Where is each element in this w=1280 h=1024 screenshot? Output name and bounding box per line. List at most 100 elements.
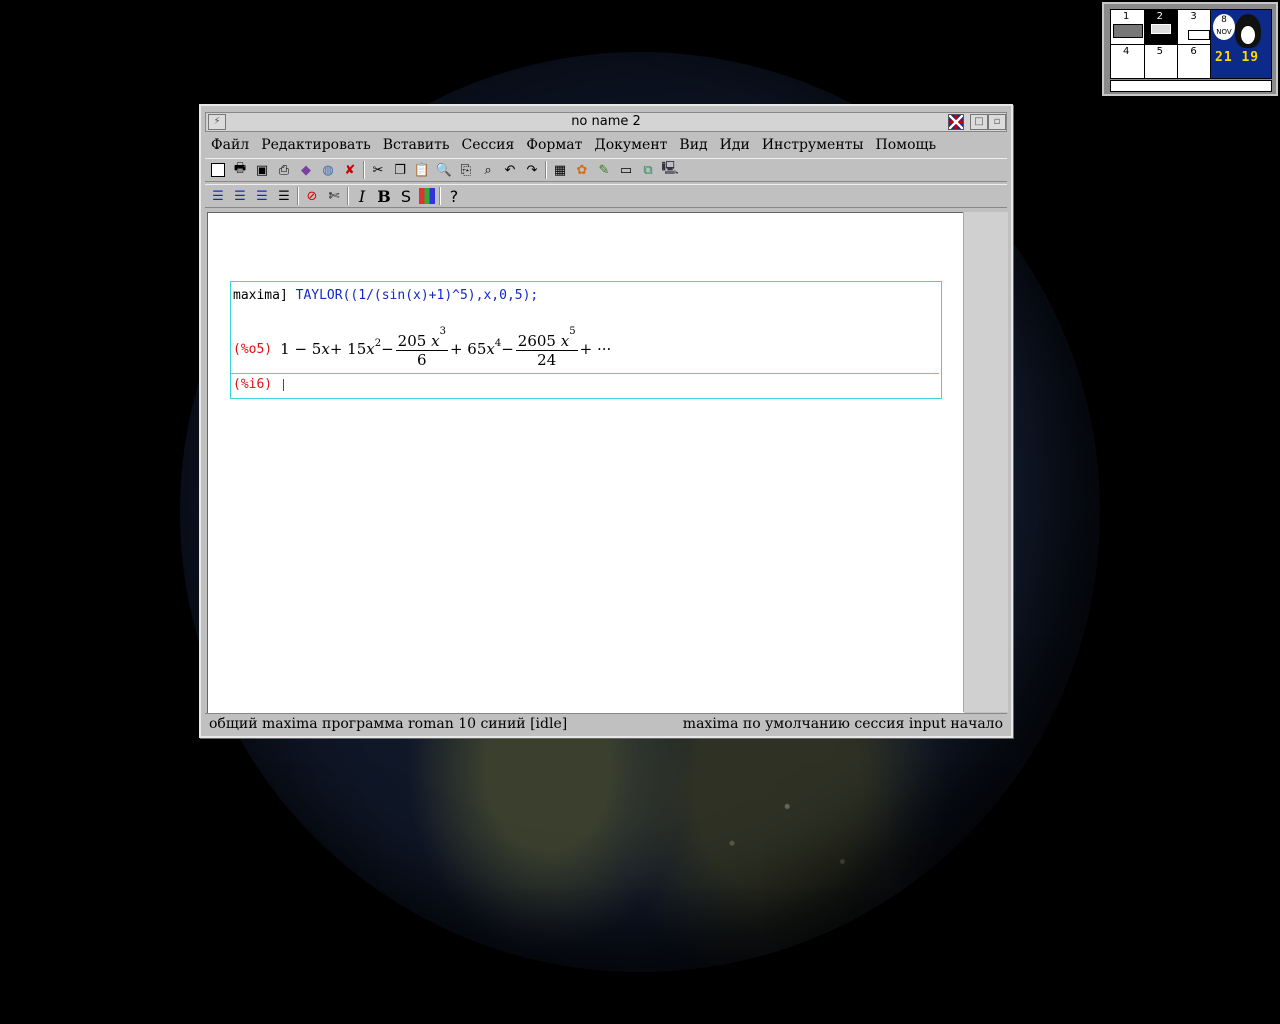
menu-format[interactable]: Формат	[520, 137, 588, 153]
palette-icon[interactable]: ✿	[573, 161, 591, 179]
desktop-4[interactable]: 4	[1111, 44, 1144, 78]
menu-file[interactable]: Файл	[205, 137, 255, 153]
desktop-4-label: 4	[1123, 45, 1130, 57]
clock-widget: 8 NOV 21 19	[1210, 9, 1272, 79]
next-input-cell[interactable]: (%i6)	[231, 373, 939, 398]
desktop-1[interactable]: 1	[1111, 10, 1144, 44]
align-left-icon[interactable]: ☰	[209, 187, 227, 205]
replace-icon[interactable]: ⎘	[457, 161, 475, 179]
desktop-2[interactable]: 2	[1144, 10, 1178, 44]
help-icon[interactable]: ?	[445, 187, 463, 206]
status-right: maxima по умолчанию сессия input начало	[682, 715, 1003, 732]
redo-icon[interactable]: ↷	[523, 161, 541, 179]
term: + 65	[449, 340, 487, 358]
desktop-5-label: 5	[1156, 45, 1164, 57]
menu-view[interactable]: Вид	[673, 137, 713, 153]
var-x: x	[366, 340, 375, 358]
sans-icon[interactable]: S	[397, 187, 415, 206]
open-icon[interactable]: 🖶	[231, 161, 249, 179]
menu-insert[interactable]: Вставить	[377, 137, 456, 153]
output-label: (%o5)	[233, 341, 273, 357]
color-icon[interactable]	[419, 188, 435, 204]
minimize-button[interactable]: ▫	[988, 114, 1006, 130]
stop-icon[interactable]: ⊘	[303, 187, 321, 205]
close-icon[interactable]: ✘	[341, 161, 359, 179]
mini-window	[1188, 30, 1211, 40]
toolbar-separator	[439, 187, 441, 205]
input-command[interactable]: TAYLOR((1/(sin(x)+1)^5),x,0,5);	[296, 288, 539, 303]
desktop-6-label: 6	[1190, 45, 1197, 57]
status-bar: общий maxima программа roman 10 синий [i…	[205, 713, 1007, 733]
italic-icon[interactable]: I	[353, 187, 371, 206]
table-icon[interactable]: ▦	[551, 161, 569, 179]
desktop-3[interactable]: 3	[1178, 10, 1211, 44]
web-icon[interactable]: ◍	[319, 161, 337, 179]
find-icon[interactable]: 🔍	[435, 161, 453, 179]
align-right-icon[interactable]: ☰	[253, 187, 271, 205]
box-icon[interactable]: ▭	[617, 161, 635, 179]
menu-tools[interactable]: Инструменты	[756, 137, 870, 153]
vertical-scrollbar[interactable]	[963, 212, 1008, 712]
desktop-2-label: 2	[1156, 11, 1164, 22]
desktop-3-label: 3	[1190, 11, 1197, 22]
coef: 2605	[517, 332, 556, 350]
input-prompt: maxima]	[233, 288, 288, 303]
document-area[interactable]: maxima] TAYLOR((1/(sin(x)+1)^5),x,0,5); …	[207, 212, 964, 713]
desktop-6[interactable]: 6	[1178, 44, 1211, 78]
uk-flag-icon[interactable]	[948, 114, 964, 130]
text-cursor	[283, 379, 284, 391]
fraction-denominator: 6	[417, 351, 427, 369]
penguin-icon	[1235, 14, 1261, 48]
term: −	[501, 340, 514, 358]
scissors-icon[interactable]: ✄	[325, 187, 343, 205]
undo-icon[interactable]: ↶	[501, 161, 519, 179]
justify-icon[interactable]: ☰	[275, 187, 293, 205]
clock-time: 21 19	[1215, 50, 1260, 65]
bold-icon[interactable]: B	[375, 187, 393, 206]
image-icon[interactable]: ⧉	[639, 161, 657, 179]
new-document-icon[interactable]	[209, 161, 227, 179]
main-toolbar: 🖶 ▣ ⎙ ◆ ◍ ✘ ✂ ❐ 📋 🔍 ⎘ ⌕ ↶ ↷ ▦ ✿ ✎ ▭ ⧉ 🖳	[205, 158, 1007, 182]
cut-icon[interactable]: ✂	[369, 161, 387, 179]
var-x: x	[321, 340, 330, 358]
paste-icon[interactable]: 📋	[413, 161, 431, 179]
menu-help[interactable]: Помощь	[870, 137, 943, 153]
menu-edit[interactable]: Редактировать	[255, 137, 376, 153]
menu-session[interactable]: Сессия	[456, 137, 521, 153]
toolbar-separator	[363, 161, 365, 179]
taylor-output-formula: 1 − 5 x + 15 x2 − 205 x3 6 + 65 x4 − 260…	[280, 326, 611, 369]
computer-icon[interactable]: 🖳	[661, 161, 679, 179]
next-input-prompt: (%i6)	[233, 377, 273, 392]
fraction-2: 2605 x5 24	[515, 326, 578, 369]
print-icon[interactable]: ⎙	[275, 161, 293, 179]
pen-icon[interactable]: ✎	[595, 161, 613, 179]
pager-taskbar	[1110, 80, 1272, 92]
maximize-button[interactable]: □	[970, 114, 988, 130]
fraction-numerator: 205 x3	[395, 326, 448, 351]
date-day: 8	[1221, 15, 1227, 25]
var-x: x	[431, 332, 440, 350]
book-icon[interactable]: ◆	[297, 161, 315, 179]
toolbar-separator	[347, 187, 349, 205]
term: −	[381, 340, 394, 358]
desktop-5[interactable]: 5	[1144, 44, 1178, 78]
output-line: (%o5) 1 − 5 x + 15 x2 − 205 x3 6 + 65 x4…	[233, 326, 611, 372]
var-x: x	[560, 332, 570, 350]
save-icon[interactable]: ▣	[253, 161, 271, 179]
input-line[interactable]: maxima] TAYLOR((1/(sin(x)+1)^5),x,0,5);	[233, 288, 538, 303]
fraction-1: 205 x3 6	[395, 326, 448, 369]
search-icon[interactable]: ⌕	[479, 161, 497, 179]
exponent: 5	[569, 326, 576, 337]
toolbar-separator	[297, 187, 299, 205]
exponent: 4	[494, 337, 502, 349]
window-title: no name 2	[571, 114, 641, 129]
maxima-session: maxima] TAYLOR((1/(sin(x)+1)^5),x,0,5); …	[230, 281, 942, 399]
var-x: x	[486, 340, 495, 358]
copy-icon[interactable]: ❐	[391, 161, 409, 179]
align-center-icon[interactable]: ☰	[231, 187, 249, 205]
title-bar[interactable]: ⚡ no name 2 □ ▫	[205, 112, 1007, 132]
menu-go[interactable]: Иди	[714, 137, 756, 153]
coef: 205	[397, 332, 427, 350]
menu-document[interactable]: Документ	[588, 137, 673, 153]
mini-window	[1113, 24, 1143, 38]
